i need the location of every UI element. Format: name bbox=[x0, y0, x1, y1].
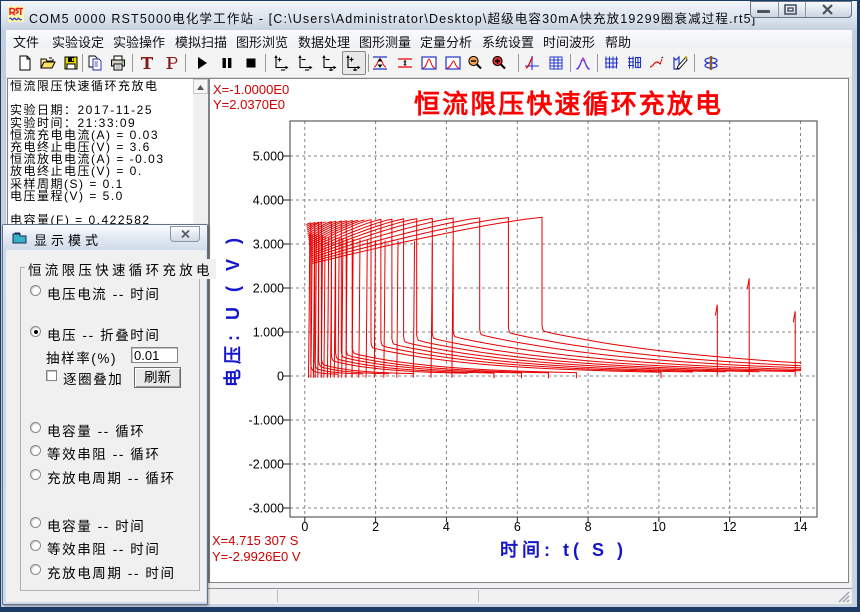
svg-text:0: 0 bbox=[301, 520, 308, 534]
svg-text:-3.000: -3.000 bbox=[249, 502, 284, 516]
svg-text:5.000: 5.000 bbox=[253, 150, 284, 164]
svg-text:2: 2 bbox=[372, 520, 379, 534]
svg-text:0: 0 bbox=[277, 370, 284, 384]
svg-text:2.000: 2.000 bbox=[253, 282, 284, 296]
svg-text:14: 14 bbox=[794, 520, 808, 534]
svg-text:6: 6 bbox=[514, 520, 521, 534]
svg-text:1.000: 1.000 bbox=[253, 326, 284, 340]
svg-text:-2.000: -2.000 bbox=[249, 458, 284, 472]
svg-text:8: 8 bbox=[585, 520, 592, 534]
svg-text:3.000: 3.000 bbox=[253, 238, 284, 252]
svg-text:12: 12 bbox=[723, 520, 737, 534]
svg-text:10: 10 bbox=[652, 520, 666, 534]
svg-text:4: 4 bbox=[443, 520, 450, 534]
svg-text:-1.000: -1.000 bbox=[249, 414, 284, 428]
svg-text:4.000: 4.000 bbox=[253, 194, 284, 208]
